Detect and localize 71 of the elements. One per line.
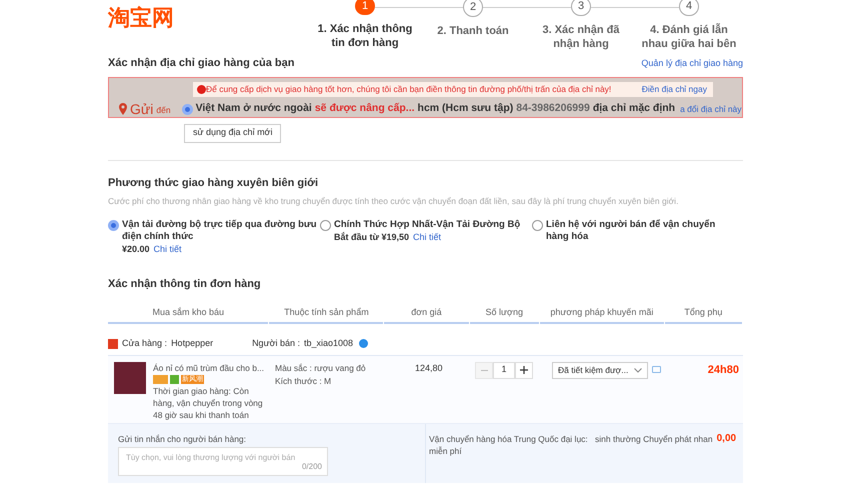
column-header: phương pháp khuyến mãi [540, 306, 664, 324]
default-label: địa chỉ mặc định [592, 101, 676, 116]
step-number: 2 [463, 0, 483, 17]
shipping-option-label: Liên hệ với người bán để vận chuyển hàng hóa [546, 218, 716, 242]
message-label: Gửi tin nhắn cho người bán hàng: [118, 432, 248, 446]
recipient-text: hcm (Hcm sưu tập) [418, 101, 514, 116]
shop-name: Hotpepper [171, 336, 214, 350]
shop-label: Cửa hàng : [122, 336, 168, 350]
radio-button[interactable] [182, 104, 193, 114]
notice-text: Để cung cấp dịch vụ giao hàng tốt hơn, chúng tôi cần bạn điền thông tin đường phố/thị trấn của địa chỉ này! [206, 82, 612, 96]
domestic-shipping-text: Vận chuyển hàng hóa Trung Quốc đại lục: miễn phí [429, 432, 589, 458]
chat-icon[interactable] [359, 339, 368, 348]
message-field[interactable]: Tùy chọn, vui lòng thương lượng với người bán 0/200 [118, 447, 328, 476]
fill-address-link[interactable]: Điền địa chỉ ngay [642, 82, 707, 96]
subtotal: 24h80 [708, 362, 739, 378]
shipping-cost: 0,00 [716, 432, 736, 446]
radio-button[interactable] [320, 220, 331, 230]
shipping-price: ¥20.00 [122, 242, 150, 254]
column-header: Mua sắm kho báu [108, 306, 268, 324]
section-title: Phương thức giao hàng xuyên biên giới [108, 176, 320, 192]
step-number: 3 [571, 0, 591, 16]
size-attribute: Kích thước : M [275, 374, 332, 388]
character-counter: 0/200 [302, 461, 322, 474]
quantity-field[interactable]: 1 [493, 362, 515, 378]
edit-address-link[interactable]: a đổi địa chỉ này [680, 102, 742, 116]
step-label: 1. Xác nhận thông tin đơn hàng [316, 22, 414, 50]
new-address-button[interactable]: sử dụng địa chỉ mới [184, 124, 282, 142]
product-name-link[interactable]: Áo nỉ có mũ trùm đầu cho b... [153, 362, 264, 372]
send-label: Gửi [130, 100, 154, 118]
shipping-price: Bắt đầu từ ¥19,50 [334, 230, 410, 242]
manage-address-link[interactable]: Quản lý địa chỉ giao hàng [641, 56, 743, 70]
delivery-time: Thời gian giao hàng: Còn hàng, vận chuyển trong vòng 48 giờ sau khi thanh toán [153, 384, 264, 420]
phone-number: 84-3986206999 [516, 101, 590, 116]
photo-placeholder [114, 362, 146, 394]
seller-label: Người bán : [252, 336, 300, 350]
alert-icon [197, 84, 206, 94]
section-title: Xác nhận thông tin đơn hàng [108, 276, 262, 292]
increase-button[interactable] [515, 362, 533, 378]
upgrade-text: sẽ được nâng cấp... [314, 101, 415, 116]
color-attribute: Màu sắc : rượu vang đỏ [275, 362, 367, 374]
message-placeholder: Tùy chọn, vui lòng thương lượng với người bán [126, 452, 296, 464]
plus-icon [520, 366, 528, 374]
shipping-method: sinh thường Chuyển phát nhan [595, 432, 713, 446]
promotion-dropdown[interactable]: Đã tiết kiệm đượ... [552, 362, 648, 378]
shop-icon [108, 338, 118, 348]
column-header: Tổng phụ [664, 306, 742, 324]
details-link[interactable]: Chi tiết [413, 230, 442, 242]
section-title: Xác nhận địa chỉ giao hàng của bạn [108, 56, 294, 71]
shipping-description: Cước phí cho thương nhân giao hàng về kho trung chuyển được tính theo cước vận chuyển đoạn đất liền, sau đây là phí trung chuyển xuyên biên giới. [108, 194, 680, 208]
seller-name: tb_xiao1008 [304, 336, 354, 350]
radio-button[interactable] [108, 220, 119, 230]
column-header: đơn giá [384, 306, 469, 324]
shipping-option-label: Chính Thức Hợp Nhất-Vận Tải Đường Bộ [334, 218, 520, 230]
logo: 淘宝网 [108, 4, 174, 32]
country-text: Việt Nam ở nước ngoài [196, 101, 312, 116]
shipping-option-label: Vận tải đường bộ trực tiếp qua đường bưu điện chính thức [122, 218, 317, 242]
step-label: 2. Thanh toán [436, 24, 510, 38]
location-pin-icon [119, 103, 127, 115]
column-header: Thuộc tính sản phẩm [269, 306, 384, 324]
comment-icon[interactable] [652, 366, 661, 372]
step-number: 1 [355, 0, 375, 15]
decrease-button[interactable] [475, 362, 493, 378]
details-link[interactable]: Chi tiết [154, 242, 182, 254]
unit-price: 124,80 [415, 362, 444, 374]
chevron-down-icon [634, 368, 642, 372]
step-number: 4 [679, 0, 699, 16]
radio-button[interactable] [532, 220, 543, 230]
column-header: Số lượng [470, 306, 539, 324]
step-label: 3. Xác nhận đã nhận hàng [541, 22, 621, 50]
step-label: 4. Đánh giá lẫn nhau giữa hai bên [640, 22, 738, 50]
send-suffix: đến [156, 104, 171, 117]
